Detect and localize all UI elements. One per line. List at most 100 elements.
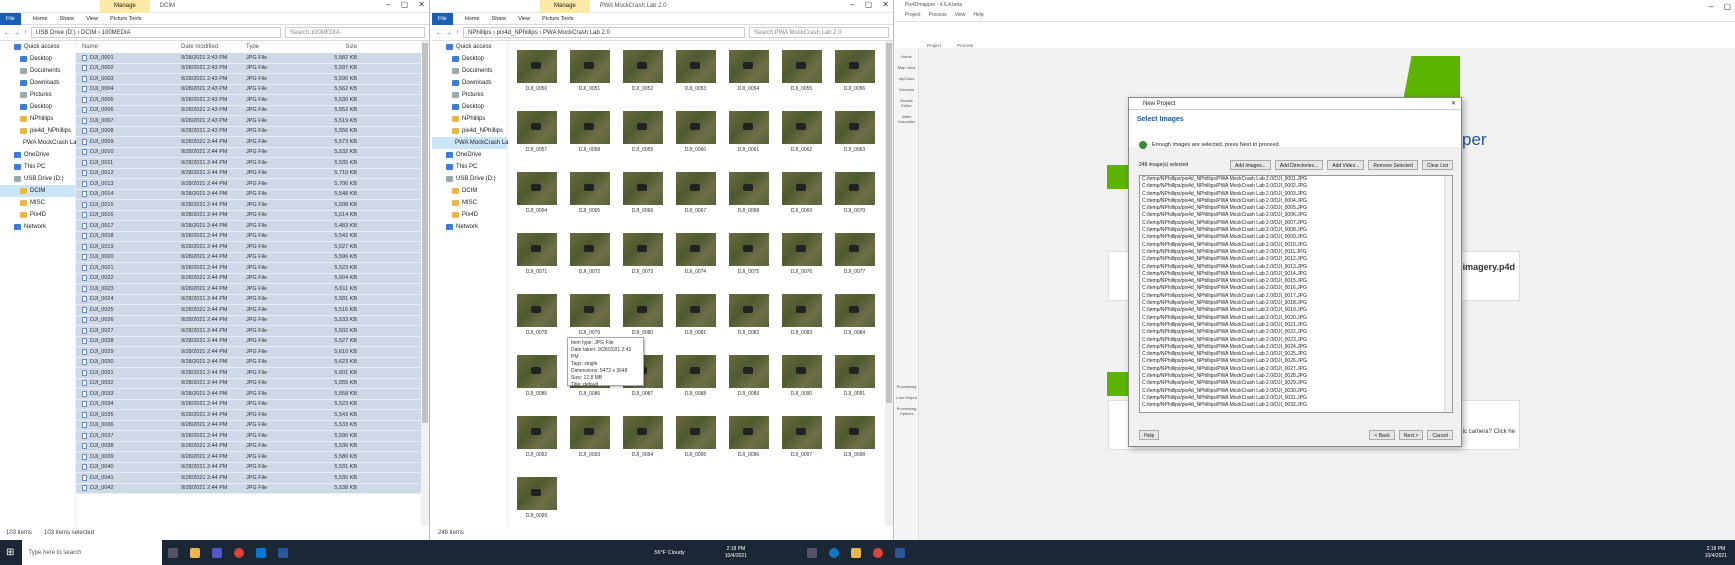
table-row[interactable]: DJI_0028 9/28/2021 2:44 PM JPG File 5,527 K…: [76, 336, 421, 347]
thumbnail-item[interactable]: DJI_0089: [726, 355, 771, 416]
thumbnail-item[interactable]: DJI_0075: [726, 233, 771, 294]
scrollbar[interactable]: [1444, 176, 1452, 412]
thumbnail-item[interactable]: DJI_0092: [514, 416, 559, 477]
list-item[interactable]: C:/temp/NPhillips/pix4d_NPhillips/PWA Mo…: [1140, 315, 1452, 322]
nav-item[interactable]: Quick access: [0, 41, 75, 53]
thumbnail-item[interactable]: DJI_0085: [514, 355, 559, 416]
tab-picture-tools[interactable]: Picture Tools: [542, 16, 573, 22]
col-size[interactable]: Size: [301, 44, 361, 50]
table-row[interactable]: DJI_0025 9/28/2021 2:44 PM JPG File 5,516 K…: [76, 305, 421, 316]
table-row[interactable]: DJI_0040 9/28/2021 2:44 PM JPG File 5,531 K…: [76, 462, 421, 473]
tab-share[interactable]: Share: [492, 16, 507, 22]
list-item[interactable]: C:/temp/NPhillips/pix4d_NPhillips/PWA Mo…: [1140, 285, 1452, 292]
scrollbar[interactable]: [421, 41, 429, 526]
word-icon[interactable]: [278, 547, 289, 558]
remove-selected-button[interactable]: Remove Selected: [1368, 160, 1418, 170]
thumbnail-item[interactable]: DJI_0067: [673, 172, 718, 233]
add-images-button[interactable]: Add Images...: [1230, 160, 1271, 170]
list-item[interactable]: C:/temp/NPhillips/pix4d_NPhillips/PWA Mo…: [1140, 322, 1452, 329]
table-row[interactable]: DJI_0012 9/28/2021 2:44 PM JPG File 5,710 K…: [76, 168, 421, 179]
thumbnail-item[interactable]: DJI_0051: [567, 50, 612, 111]
nav-item[interactable]: USB Drive (D:): [0, 173, 75, 185]
list-item[interactable]: C:/temp/NPhillips/pix4d_NPhillips/PWA Mo…: [1140, 220, 1452, 227]
cancel-button[interactable]: Cancel: [1427, 430, 1453, 440]
thumbnail-item[interactable]: DJI_0081: [673, 294, 718, 355]
thumbnail-item[interactable]: DJI_0069: [779, 172, 824, 233]
thumbnail-item[interactable]: DJI_0078: [514, 294, 559, 355]
list-item[interactable]: C:/temp/NPhillips/pix4d_NPhillips/PWA Mo…: [1140, 366, 1452, 373]
minimize-icon[interactable]: –: [1709, 2, 1713, 11]
thumbnail-item[interactable]: DJI_0070: [832, 172, 877, 233]
chrome-icon[interactable]: [234, 547, 245, 558]
table-row[interactable]: DJI_0032 9/28/2021 2:44 PM JPG File 5,555 K…: [76, 378, 421, 389]
taskbar-search[interactable]: Type here to search: [22, 540, 163, 565]
list-item[interactable]: C:/temp/NPhillips/pix4d_NPhillips/PWA Mo…: [1140, 249, 1452, 256]
file-explorer-icon[interactable]: [850, 547, 861, 558]
table-row[interactable]: DJI_0002 9/28/2021 2:43 PM JPG File 5,597 K…: [76, 63, 421, 74]
nav-item[interactable]: Pictures: [432, 89, 507, 101]
nav-item[interactable]: OneDrive: [432, 149, 507, 161]
side-index-calculator[interactable]: Index Calculator: [895, 114, 918, 124]
list-item[interactable]: C:/temp/NPhillips/pix4d_NPhillips/PWA Mo…: [1140, 227, 1452, 234]
side-raycloud[interactable]: rayCloud: [895, 76, 918, 81]
nav-item[interactable]: Downloads: [432, 77, 507, 89]
close-icon[interactable]: ✕: [418, 0, 425, 9]
side-last-output[interactable]: Last Output: [895, 395, 918, 400]
list-item[interactable]: C:/temp/NPhillips/pix4d_NPhillips/PWA Mo…: [1140, 329, 1452, 336]
minimize-icon[interactable]: –: [386, 0, 390, 9]
list-item[interactable]: C:/temp/NPhillips/pix4d_NPhillips/PWA Mo…: [1140, 293, 1452, 300]
thumbnail-item[interactable]: DJI_0052: [620, 50, 665, 111]
col-type[interactable]: Type: [246, 44, 301, 50]
list-item[interactable]: C:/temp/NPhillips/pix4d_NPhillips/PWA Mo…: [1140, 395, 1452, 402]
list-item[interactable]: C:/temp/NPhillips/pix4d_NPhillips/PWA Mo…: [1140, 176, 1452, 183]
minimize-icon[interactable]: –: [850, 0, 854, 9]
nav-item[interactable]: USB Drive (D:): [432, 173, 507, 185]
nav-item[interactable]: PWA MockCrash La: [0, 137, 76, 149]
thumbnail-item[interactable]: DJI_0057: [514, 111, 559, 172]
chrome-icon[interactable]: [872, 547, 883, 558]
table-row[interactable]: DJI_0006 9/28/2021 2:43 PM JPG File 5,552 K…: [76, 105, 421, 116]
table-row[interactable]: DJI_0003 9/28/2021 2:43 PM JPG File 5,590 K…: [76, 74, 421, 85]
side-processing[interactable]: Processing: [895, 384, 918, 389]
nav-item[interactable]: pix4d_NPhillips: [0, 125, 75, 137]
thumbnail-item[interactable]: DJI_0098: [832, 416, 877, 477]
tab-picture-tools[interactable]: Picture Tools: [110, 16, 141, 22]
table-row[interactable]: DJI_0010 9/28/2021 2:44 PM JPG File 5,532 K…: [76, 147, 421, 158]
list-item[interactable]: C:/temp/NPhillips/pix4d_NPhillips/PWA Mo…: [1140, 271, 1452, 278]
windows-start-icon[interactable]: ⊞: [6, 547, 14, 558]
thumbnail-item[interactable]: DJI_0058: [567, 111, 612, 172]
thumbnail-item[interactable]: DJI_0076: [779, 233, 824, 294]
list-item[interactable]: C:/temp/NPhillips/pix4d_NPhillips/PWA Mo…: [1140, 344, 1452, 351]
nav-item-selected[interactable]: DCIM: [0, 185, 75, 197]
scroll-thumb[interactable]: [422, 43, 428, 423]
thumbnail-item[interactable]: DJI_0054: [726, 50, 771, 111]
thumbnail-item[interactable]: DJI_0090: [779, 355, 824, 416]
maximize-icon[interactable]: ▢: [865, 0, 873, 9]
address-bar[interactable]: USB Drive (D:) › DCIM › 100MEDIA: [31, 27, 281, 38]
up-arrow-icon[interactable]: ↑: [456, 30, 459, 36]
thumbnail-item[interactable]: DJI_0091: [832, 355, 877, 416]
table-row[interactable]: DJI_0041 9/28/2021 2:44 PM JPG File 5,535 K…: [76, 473, 421, 484]
table-row[interactable]: DJI_0035 9/28/2021 2:44 PM JPG File 5,543 K…: [76, 410, 421, 421]
thumbnail-item[interactable]: DJI_0073: [620, 233, 665, 294]
nav-item[interactable]: Desktop: [432, 53, 507, 65]
nav-item[interactable]: Downloads: [0, 77, 75, 89]
tab-home[interactable]: Home: [465, 16, 480, 22]
side-volumes[interactable]: Volumes: [895, 87, 918, 92]
nav-item[interactable]: Network: [432, 221, 507, 233]
table-row[interactable]: DJI_0011 9/28/2021 2:44 PM JPG File 5,535 K…: [76, 158, 421, 169]
col-name[interactable]: Name: [76, 44, 181, 50]
next-button[interactable]: Next >: [1398, 430, 1424, 440]
table-row[interactable]: DJI_0005 9/28/2021 2:43 PM JPG File 5,530 K…: [76, 95, 421, 106]
side-home[interactable]: Home: [895, 54, 918, 59]
thumbnail-item[interactable]: DJI_0084: [832, 294, 877, 355]
tab-file[interactable]: File: [0, 12, 21, 25]
file-explorer-icon[interactable]: [190, 547, 201, 558]
table-row[interactable]: DJI_0027 9/28/2021 2:44 PM JPG File 5,502 K…: [76, 326, 421, 337]
nav-item[interactable]: Documents: [432, 65, 507, 77]
table-row[interactable]: DJI_0008 9/28/2021 2:43 PM JPG File 5,556 K…: [76, 126, 421, 137]
table-row[interactable]: DJI_0023 9/28/2021 2:44 PM JPG File 5,611 K…: [76, 284, 421, 295]
tab-view[interactable]: View: [518, 16, 530, 22]
thumbnail-item[interactable]: DJI_0060: [673, 111, 718, 172]
tab-file[interactable]: File: [432, 12, 453, 25]
